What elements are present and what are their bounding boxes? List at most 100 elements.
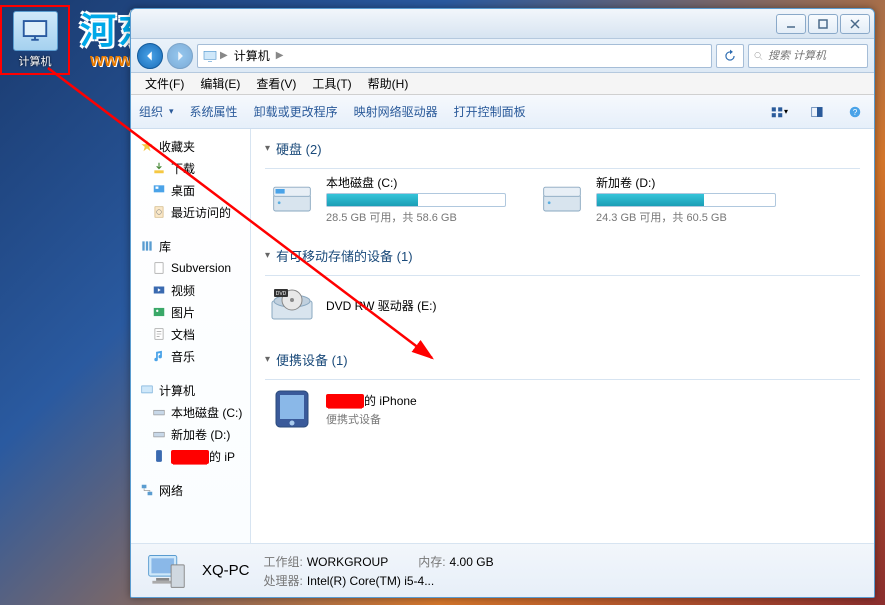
nav-back-button[interactable] [137,43,163,69]
status-computer-icon [143,548,188,593]
section-removable[interactable]: ▾ 有可移动存储的设备 (1) [265,246,860,265]
content-pane: ▾ 硬盘 (2) 本地磁盘 (C:) 28.5 GB 可用，共 58.6 GB [251,129,874,543]
back-arrow-icon [143,49,157,63]
status-mem-label: 内存: [418,555,445,569]
sidebar-item-iphone[interactable]: ████的 iP [131,445,250,467]
sidebar: 收藏夹 下载 桌面 最近访问的 库 Subversion 视频 图片 文档 音乐 [131,129,251,543]
menu-edit[interactable]: 编辑(E) [192,73,248,94]
sidebar-item-videos[interactable]: 视频 [131,279,250,301]
document-icon [152,327,166,341]
toolbar-ctrlpanel[interactable]: 打开控制面板 [454,103,526,120]
drive-d-label: 新加卷 (D:) [596,174,782,191]
maximize-button[interactable] [808,14,838,34]
refresh-button[interactable] [716,44,744,68]
menu-file[interactable]: 文件(F) [137,73,192,94]
titlebar[interactable] [131,9,874,39]
breadcrumb-sep: ▶ [276,50,284,61]
help-icon: ? [848,105,862,119]
statusbar: XQ-PC 工作组:WORKGROUP 内存:4.00 GB 处理器:Intel… [131,543,874,597]
sidebar-libraries[interactable]: 库 [131,235,250,257]
sidebar-item-recent[interactable]: 最近访问的 [131,201,250,223]
sidebar-item-local-c[interactable]: 本地磁盘 (C:) [131,401,250,423]
desktop-computer-label: 计算机 [19,53,52,69]
drive-c-info: 28.5 GB 可用，共 58.6 GB [326,209,512,225]
device-dvd-label: DVD RW 驱动器 (E:) [326,297,436,314]
section-hdd[interactable]: ▾ 硬盘 (2) [265,139,860,158]
video-icon [152,283,166,297]
status-cpu-val: Intel(R) Core(TM) i5-4... [307,574,434,588]
drive-icon [152,427,166,441]
drive-d-info: 24.3 GB 可用，共 60.5 GB [596,209,782,225]
recent-icon [152,205,166,219]
computer-icon [140,383,154,397]
section-portable[interactable]: ▾ 便携设备 (1) [265,350,860,369]
toolbar-help-button[interactable]: ? [844,101,866,123]
sidebar-item-music[interactable]: 音乐 [131,345,250,367]
dvd-drive-icon: DVD [268,281,316,329]
device-iphone[interactable]: ████的 iPhone 便携式设备 [265,382,515,436]
star-icon [140,139,154,153]
toolbar-view-button[interactable]: ▾ [768,101,790,123]
desktop-icon [152,183,166,197]
device-iphone-label: ████的 iPhone [326,392,417,409]
toolbar-pane-button[interactable] [806,101,828,123]
device-dvd[interactable]: DVD DVD RW 驱动器 (E:) [265,278,515,332]
iphone-icon [268,385,316,433]
monitor-icon [20,16,50,46]
sidebar-network[interactable]: 网络 [131,479,250,501]
drive-d[interactable]: 新加卷 (D:) 24.3 GB 可用，共 60.5 GB [535,171,785,228]
chevron-down-icon: ▾ [265,143,270,154]
sidebar-item-subversion[interactable]: Subversion [131,257,250,279]
menu-view[interactable]: 查看(V) [248,73,304,94]
sidebar-favorites[interactable]: 收藏夹 [131,135,250,157]
toolbar-sysprop[interactable]: 系统属性 [190,103,238,120]
sidebar-item-local-d[interactable]: 新加卷 (D:) [131,423,250,445]
download-icon [152,161,166,175]
hdd-icon [270,178,314,222]
picture-icon [152,305,166,319]
search-icon [753,50,764,62]
sidebar-item-downloads[interactable]: 下载 [131,157,250,179]
hdd-icon [540,178,584,222]
nav-forward-button[interactable] [167,43,193,69]
toolbar-netdrive[interactable]: 映射网络驱动器 [354,103,438,120]
refresh-icon [723,49,737,63]
drive-d-bar [596,193,776,207]
explorer-window: ▶ 计算机 ▶ 文件(F) 编辑(E) 查看(V) 工具(T) 帮助(H) 组织… [130,8,875,598]
desktop-computer-icon[interactable]: 计算机 [0,5,70,75]
preview-pane-icon [810,105,824,119]
sidebar-item-desktop[interactable]: 桌面 [131,179,250,201]
status-workgroup-val: WORKGROUP [307,555,388,569]
device-iphone-sub: 便携式设备 [326,411,417,427]
svg-text:?: ? [853,107,858,116]
sidebar-computer[interactable]: 计算机 [131,379,250,401]
doc-icon [152,261,166,275]
chevron-down-icon: ▾ [265,354,270,365]
status-cpu-label: 处理器: [264,574,303,588]
library-icon [140,239,154,253]
menu-help[interactable]: 帮助(H) [360,73,417,94]
view-icon [770,105,784,119]
breadcrumb-computer[interactable]: 计算机 [230,46,274,66]
menubar: 文件(F) 编辑(E) 查看(V) 工具(T) 帮助(H) [131,73,874,95]
sidebar-item-pictures[interactable]: 图片 [131,301,250,323]
phone-icon [152,449,166,463]
toolbar-organize[interactable]: 组织 [139,103,174,120]
close-button[interactable] [840,14,870,34]
breadcrumb-sep: ▶ [220,50,228,61]
network-icon [140,483,154,497]
drive-c-bar [326,193,506,207]
status-mem-val: 4.00 GB [450,555,494,569]
forward-arrow-icon [173,49,187,63]
minimize-button[interactable] [776,14,806,34]
drive-c[interactable]: 本地磁盘 (C:) 28.5 GB 可用，共 58.6 GB [265,171,515,228]
toolbar-uninstall[interactable]: 卸载或更改程序 [254,103,338,120]
breadcrumb[interactable]: ▶ 计算机 ▶ [197,44,712,68]
sidebar-item-documents[interactable]: 文档 [131,323,250,345]
search-box[interactable] [748,44,868,68]
search-input[interactable] [768,50,863,62]
svg-text:DVD: DVD [276,291,287,297]
drive-c-label: 本地磁盘 (C:) [326,174,512,191]
menu-tools[interactable]: 工具(T) [304,73,359,94]
computer-icon [202,48,218,64]
